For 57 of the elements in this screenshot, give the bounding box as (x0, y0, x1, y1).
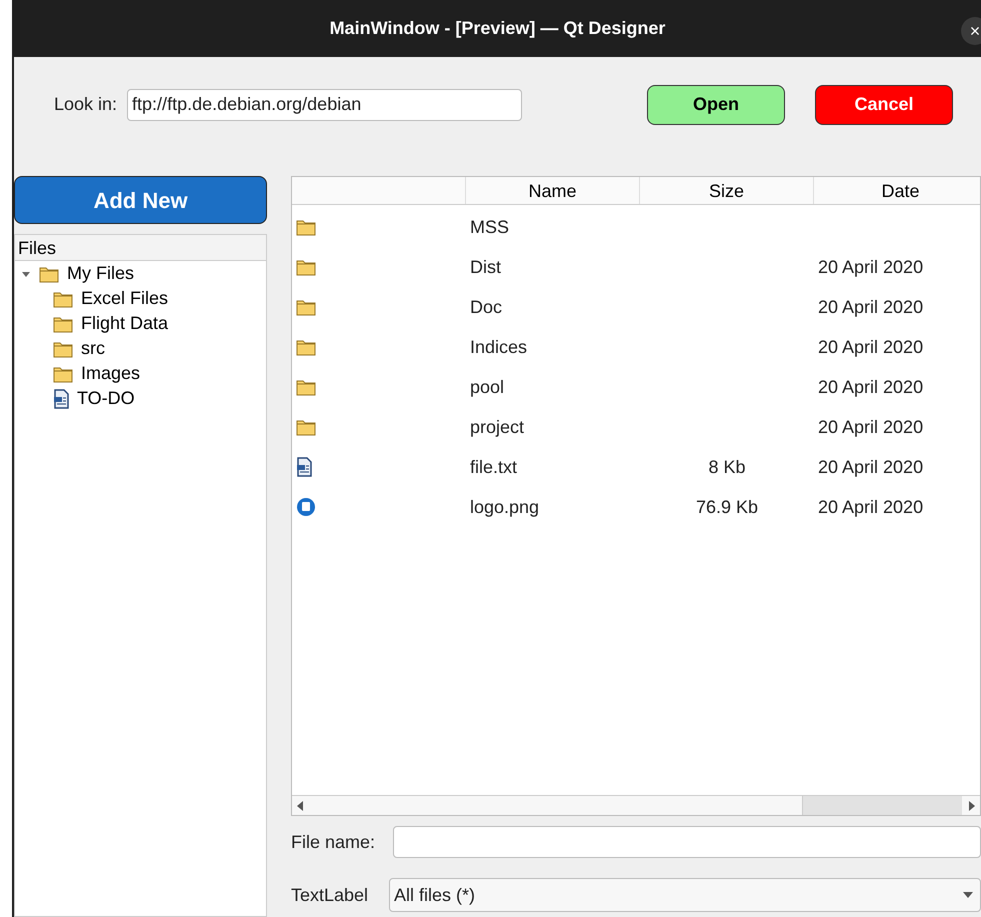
tree-item[interactable]: Excel Files (81, 285, 168, 312)
tree-item[interactable]: TO-DO (77, 385, 135, 412)
image-file-icon (296, 497, 316, 517)
column-header[interactable]: Date (814, 177, 980, 204)
close-button[interactable]: × (961, 17, 981, 45)
scroll-left-icon[interactable] (296, 800, 304, 810)
date-cell: 20 April 2020 (818, 456, 924, 476)
horizontal-scrollbar[interactable] (292, 795, 980, 815)
folder-icon (296, 418, 316, 436)
look-in-field[interactable]: ftp://ftp.de.debian.org/debian (127, 88, 522, 120)
folder-icon (53, 340, 73, 358)
folder-icon (53, 364, 73, 382)
tree-header: Files (15, 235, 266, 261)
open-button[interactable]: Open (647, 84, 786, 124)
size-cell: 76.9 Kb (696, 496, 758, 516)
column-header[interactable]: Name (466, 177, 640, 204)
file-type-dropdown[interactable]: All files (*) (389, 878, 981, 912)
folder-icon (296, 338, 316, 356)
tree-item[interactable]: src (81, 335, 105, 362)
size-cell: 8 Kb (708, 456, 746, 476)
folder-icon (39, 264, 59, 282)
scroll-right-icon[interactable] (968, 800, 976, 810)
look-in-label: Look in: (54, 93, 118, 116)
name-cell[interactable]: Indices (470, 336, 528, 356)
filter-label: TextLabel (291, 884, 370, 906)
name-cell[interactable]: Dist (470, 256, 501, 276)
name-cell[interactable]: project (470, 416, 524, 436)
folder-icon (53, 290, 73, 308)
tree-item[interactable]: My Files (67, 260, 134, 287)
date-cell: 20 April 2020 (818, 296, 924, 316)
tree-item[interactable]: Flight Data (81, 310, 168, 337)
date-cell: 20 April 2020 (818, 336, 924, 356)
name-cell[interactable]: Doc (470, 296, 502, 316)
file-name-field[interactable] (393, 826, 981, 858)
folder-icon (53, 314, 73, 332)
name-cell[interactable]: logo.png (470, 496, 540, 516)
scrollbar-thumb[interactable] (802, 796, 962, 815)
add-new-button[interactable]: Add New (14, 176, 267, 224)
folder-icon (296, 218, 316, 236)
date-cell: 20 April 2020 (818, 416, 924, 436)
document-icon (296, 457, 312, 477)
date-cell: 20 April 2020 (818, 496, 924, 516)
column-header[interactable]: Size (640, 177, 814, 204)
dropdown-arrow-icon (963, 892, 973, 898)
date-cell: 20 April 2020 (818, 376, 924, 396)
folder-icon (296, 258, 316, 276)
date-cell: 20 April 2020 (818, 256, 924, 276)
folder-icon (296, 298, 316, 316)
name-cell[interactable]: file.txt (470, 456, 518, 476)
cancel-button[interactable]: Cancel (815, 84, 954, 124)
window-title: MainWindow - [Preview] — Qt Designer (330, 17, 666, 40)
name-cell[interactable]: MSS (470, 216, 510, 236)
file-name-label: File name: (291, 830, 376, 854)
document-icon (53, 388, 69, 408)
name-cell[interactable]: pool (470, 376, 504, 396)
folder-icon (296, 378, 316, 396)
tree-item[interactable]: Images (81, 360, 140, 387)
